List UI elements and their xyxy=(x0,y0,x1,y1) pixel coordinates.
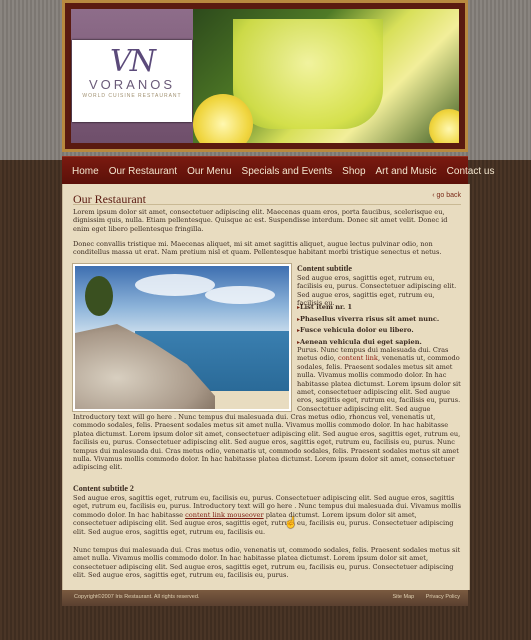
nav-item-contact[interactable]: Contact us xyxy=(442,166,500,177)
side-paragraph-2: Purus. Nunc tempus dui malesuada dui. Cr… xyxy=(297,346,461,413)
intro-paragraph-1: Lorem ipsum dolor sit amet, consectetuer… xyxy=(73,208,448,233)
content-subtitle: Content subtitle xyxy=(297,264,352,273)
main-content: Our Restaurant ‹ go back Lorem ipsum dol… xyxy=(62,184,470,590)
intro-paragraph-2: Donec convallis tristique mi. Maecenas a… xyxy=(73,240,442,257)
footer-links: Site Map Privacy Policy xyxy=(383,594,460,600)
content-link-mouseover[interactable]: content link mouseover xyxy=(185,511,264,519)
header-drink-photo xyxy=(193,9,459,143)
title-row: Our Restaurant ‹ go back xyxy=(73,188,461,206)
site-logo[interactable]: VN VORANOS WORLD CUISINE RESTAURANT xyxy=(72,40,192,122)
wrap-paragraph: Introductory text will go here . Nunc te… xyxy=(73,413,461,472)
hand-cursor-icon: ☝ xyxy=(284,516,298,529)
lemonade-glass-image xyxy=(233,19,383,129)
content-subtitle-2: Content subtitle 2 xyxy=(73,484,134,493)
go-back-link[interactable]: ‹ go back xyxy=(432,192,461,199)
privacy-link[interactable]: Privacy Policy xyxy=(426,594,460,600)
paragraph-3: Sed augue eros, sagittis eget, rutrum eu… xyxy=(73,494,461,536)
nav-item-our-menu[interactable]: Our Menu xyxy=(182,166,236,177)
paragraph-4: Nunc tempus dui malesuada dui. Cras metu… xyxy=(73,546,461,580)
go-back-label: go back xyxy=(436,192,461,199)
list-item: Phasellus viverra risus sit amet nunc. xyxy=(297,314,439,326)
sitemap-link[interactable]: Site Map xyxy=(393,594,415,600)
nav-item-specials[interactable]: Specials and Events xyxy=(237,166,338,177)
content-link[interactable]: content link xyxy=(338,354,378,362)
coast-photo xyxy=(73,264,291,411)
nav-item-our-restaurant[interactable]: Our Restaurant xyxy=(104,166,182,177)
logo-monogram: VN xyxy=(110,44,156,79)
list-item: Fusce vehicula dolor eu libero. xyxy=(297,325,439,337)
footer: Copyright©2007 Iris Restaurant. All righ… xyxy=(62,590,468,606)
logo-name: VORANOS xyxy=(88,77,175,92)
bullet-list: List item nr. 1 Phasellus viverra risus … xyxy=(297,302,439,348)
page-title: Our Restaurant xyxy=(73,192,146,206)
nav-item-art-music[interactable]: Art and Music xyxy=(371,166,442,177)
nav-item-shop[interactable]: Shop xyxy=(337,166,370,177)
nav-item-home[interactable]: Home xyxy=(62,166,104,177)
copyright-text: Copyright©2007 Iris Restaurant. All righ… xyxy=(74,594,200,600)
side-para-text-b: , venenatis ut, commodo sodales, felis. … xyxy=(297,354,461,413)
list-item: List item nr. 1 xyxy=(297,302,439,314)
lemon-slice-image xyxy=(429,109,459,143)
logo-tagline: WORLD CUISINE RESTAURANT xyxy=(82,93,182,99)
main-nav: Home Our Restaurant Our Menu Specials an… xyxy=(62,156,494,185)
